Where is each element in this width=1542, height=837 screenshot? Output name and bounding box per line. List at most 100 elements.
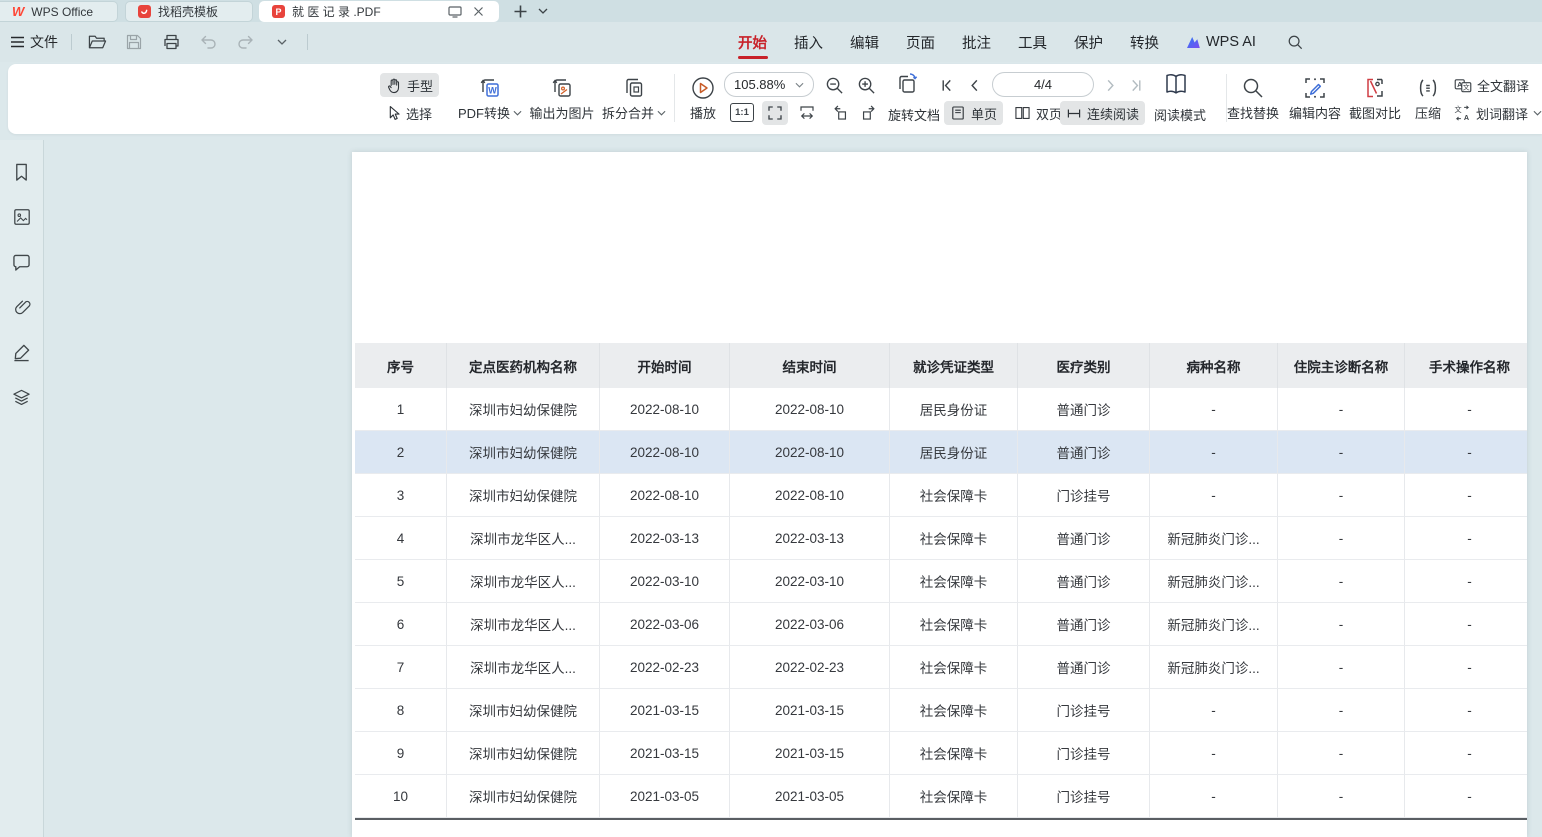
pdf-page[interactable]: 序号定点医药机构名称开始时间结束时间就诊凭证类型医疗类别病种名称住院主诊断名称手… xyxy=(352,152,1527,837)
wps-ai-button[interactable]: WPS AI xyxy=(1186,34,1256,50)
table-cell: - xyxy=(1150,775,1278,818)
quick-access-chevron-icon[interactable] xyxy=(270,30,294,54)
comment-icon[interactable] xyxy=(10,250,34,274)
table-row[interactable]: 6深圳市龙华区人...2022-03-062022-03-06社会保障卡普通门诊… xyxy=(355,603,1527,646)
signature-pen-icon[interactable] xyxy=(10,340,34,364)
redo-icon[interactable] xyxy=(233,30,257,54)
table-cell: 2022-03-13 xyxy=(730,517,890,560)
menu-tab-home[interactable]: 开始 xyxy=(738,22,767,62)
table-row[interactable]: 3深圳市妇幼保健院2022-08-102022-08-10社会保障卡门诊挂号--… xyxy=(355,474,1527,517)
file-menu-button[interactable]: 文件 xyxy=(10,32,58,52)
table-row[interactable]: 7深圳市龙华区人...2022-02-232022-02-23社会保障卡普通门诊… xyxy=(355,646,1527,689)
split-merge-button[interactable]: 拆分合并 xyxy=(596,70,672,128)
next-page-button[interactable] xyxy=(1100,75,1120,95)
table-cell: 2022-08-10 xyxy=(730,388,890,431)
bookmark-icon[interactable] xyxy=(10,160,34,184)
table-row[interactable]: 8深圳市妇幼保健院2021-03-152021-03-15社会保障卡门诊挂号--… xyxy=(355,689,1527,732)
first-page-button[interactable] xyxy=(936,75,956,95)
table-cell: 社会保障卡 xyxy=(890,603,1018,646)
zoom-level-combo[interactable]: 105.88% xyxy=(724,72,814,97)
column-header: 住院主诊断名称 xyxy=(1278,343,1405,388)
find-replace-button[interactable]: 查找替换 xyxy=(1220,70,1286,128)
table-cell: 2021-03-05 xyxy=(730,775,890,818)
hand-tool-button[interactable]: 手型 xyxy=(380,73,439,97)
hand-icon xyxy=(386,77,402,94)
menu-tab-convert[interactable]: 转换 xyxy=(1130,22,1159,62)
column-header: 医疗类别 xyxy=(1018,343,1150,388)
full-translate-button[interactable]: A 文 全文翻译 xyxy=(1448,73,1535,97)
table-cell: 社会保障卡 xyxy=(890,689,1018,732)
compress-button[interactable]: 压缩 xyxy=(1406,70,1450,128)
menu-tab-insert[interactable]: 插入 xyxy=(794,22,823,62)
pdf-convert-button[interactable]: W PDF转换 xyxy=(452,70,528,128)
tab-document-active[interactable]: P 就 医 记 录 .PDF xyxy=(259,1,499,22)
table-row[interactable]: 9深圳市妇幼保健院2021-03-152021-03-15社会保障卡门诊挂号--… xyxy=(355,732,1527,775)
select-tool-button[interactable]: 选择 xyxy=(380,101,438,125)
actual-size-button[interactable]: 1:1 xyxy=(730,103,754,122)
open-file-icon[interactable] xyxy=(85,30,109,54)
single-page-button[interactable]: 单页 xyxy=(944,101,1003,125)
table-row[interactable]: 2深圳市妇幼保健院2022-08-102022-08-10居民身份证普通门诊--… xyxy=(355,431,1527,474)
fit-width-button[interactable] xyxy=(794,101,820,125)
table-cell: 2022-02-23 xyxy=(730,646,890,689)
prev-page-button[interactable] xyxy=(964,75,984,95)
table-cell: 普通门诊 xyxy=(1018,388,1150,431)
zoom-out-button[interactable] xyxy=(822,73,846,97)
table-cell: 新冠肺炎门诊... xyxy=(1150,603,1278,646)
menu-tab-edit[interactable]: 编辑 xyxy=(850,22,879,62)
tab-wps-home[interactable]: W WPS Office xyxy=(0,1,118,22)
menu-tab-protect[interactable]: 保护 xyxy=(1074,22,1103,62)
chevron-down-icon xyxy=(795,82,804,88)
table-row[interactable]: 1深圳市妇幼保健院2022-08-102022-08-10居民身份证普通门诊--… xyxy=(355,388,1527,431)
play-button[interactable]: 播放 xyxy=(682,70,724,128)
column-header: 就诊凭证类型 xyxy=(890,343,1018,388)
save-icon[interactable] xyxy=(122,30,146,54)
print-icon[interactable] xyxy=(159,30,183,54)
close-tab-icon[interactable] xyxy=(470,4,486,20)
page-number-input[interactable]: 4/4 xyxy=(992,72,1094,97)
read-mode-label[interactable]: 阅读模式 xyxy=(1154,105,1206,124)
layers-icon[interactable] xyxy=(10,385,34,409)
table-cell: - xyxy=(1150,689,1278,732)
last-page-button[interactable] xyxy=(1126,75,1146,95)
read-mode-icon[interactable] xyxy=(1160,69,1192,99)
table-row[interactable]: 4深圳市龙华区人...2022-03-132022-03-13社会保障卡普通门诊… xyxy=(355,517,1527,560)
tab-list-chevron-icon[interactable] xyxy=(538,8,548,14)
monitor-icon[interactable] xyxy=(447,4,463,20)
thumbnail-icon[interactable] xyxy=(10,205,34,229)
table-row[interactable]: 5深圳市龙华区人...2022-03-102022-03-10社会保障卡普通门诊… xyxy=(355,560,1527,603)
rotate-left-button[interactable] xyxy=(826,101,852,125)
table-cell: 新冠肺炎门诊... xyxy=(1150,646,1278,689)
table-cell: - xyxy=(1405,732,1527,775)
table-row[interactable]: 10深圳市妇幼保健院2021-03-052021-03-05社会保障卡门诊挂号-… xyxy=(355,775,1527,818)
tab-docer-templates[interactable]: 找稻壳模板 xyxy=(125,1,253,22)
ribbon-search-icon[interactable] xyxy=(1283,30,1307,54)
fit-page-button[interactable] xyxy=(762,101,788,125)
new-tab-button[interactable] xyxy=(513,4,528,19)
word-translate-button[interactable]: 文 A 划词翻译 xyxy=(1448,101,1542,125)
rotate-doc-icon[interactable] xyxy=(892,70,922,98)
continuous-read-button[interactable]: 连续阅读 xyxy=(1060,101,1145,125)
pdf-convert-icon: W xyxy=(477,76,503,100)
svg-text:文: 文 xyxy=(1454,105,1461,114)
menu-tab-page[interactable]: 页面 xyxy=(906,22,935,62)
screenshot-compare-button[interactable]: 截图对比 xyxy=(1344,70,1406,128)
menu-tab-tools[interactable]: 工具 xyxy=(1018,22,1047,62)
zoom-in-button[interactable] xyxy=(854,73,878,97)
attachment-icon[interactable] xyxy=(10,295,34,319)
menu-tab-annotate[interactable]: 批注 xyxy=(962,22,991,62)
table-cell: 6 xyxy=(355,603,447,646)
table-cell: 居民身份证 xyxy=(890,431,1018,474)
column-header: 序号 xyxy=(355,343,447,388)
full-translate-icon: A 文 xyxy=(1454,78,1472,93)
table-cell: - xyxy=(1150,732,1278,775)
undo-icon[interactable] xyxy=(196,30,220,54)
rotate-right-button[interactable] xyxy=(856,101,882,125)
toolbar: 手型 选择 W PDF转换 输出为图片 xyxy=(8,64,1542,134)
table-cell: 深圳市龙华区人... xyxy=(447,560,600,603)
export-image-button[interactable]: 输出为图片 xyxy=(522,70,602,128)
rotate-doc-label[interactable]: 旋转文档 xyxy=(888,105,940,124)
table-cell: - xyxy=(1278,732,1405,775)
edit-content-button[interactable]: 编辑内容 xyxy=(1284,70,1346,128)
table-cell: 2021-03-05 xyxy=(600,775,730,818)
